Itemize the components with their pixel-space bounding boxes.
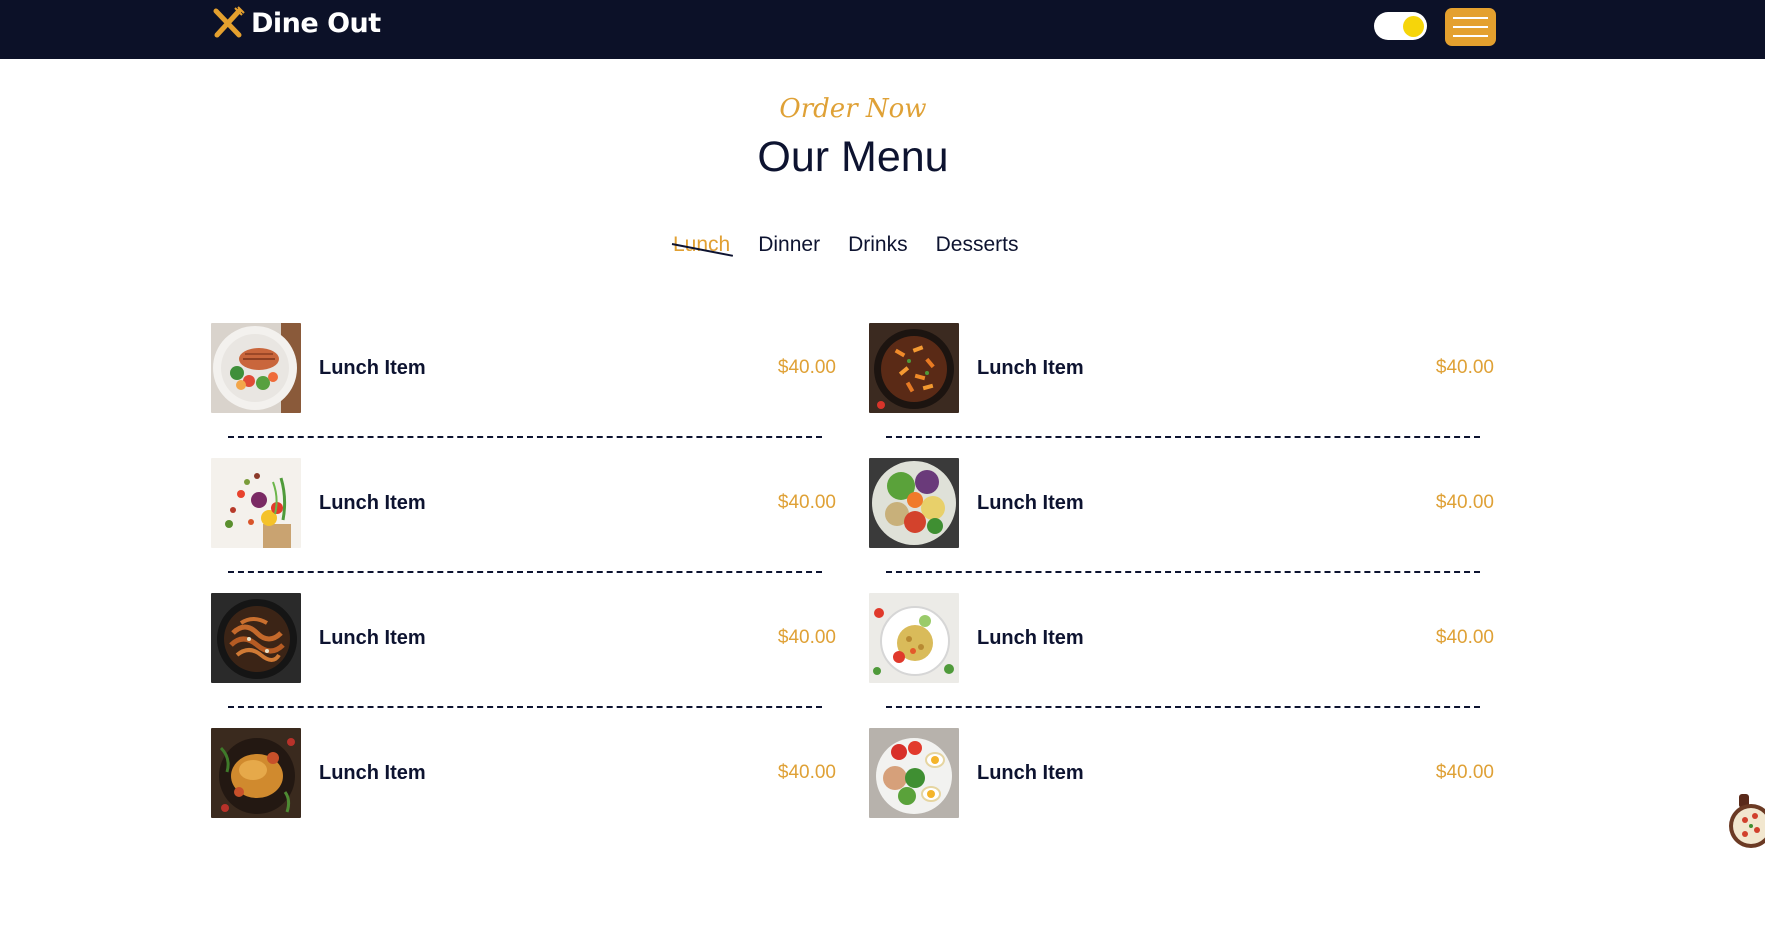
rice-plate-image: [869, 593, 959, 683]
tab-lunch[interactable]: Lunch: [673, 232, 730, 258]
menu-item[interactable]: Lunch Item $40.00: [211, 458, 836, 573]
brand-logo[interactable]: Dine Out: [211, 6, 381, 40]
salad-bowl-image: [869, 458, 959, 548]
hamburger-line: [1453, 26, 1488, 28]
menu-item[interactable]: Lunch Item $40.00: [211, 728, 836, 818]
tab-drinks[interactable]: Drinks: [848, 232, 908, 258]
egg-salad-image: [869, 728, 959, 818]
section-title: Our Menu: [757, 133, 949, 181]
item-price: $40.00: [777, 357, 836, 378]
section-eyebrow: Order Now: [779, 94, 927, 124]
pasta-pan-image: [869, 323, 959, 413]
menu-item[interactable]: Lunch Item $40.00: [211, 323, 836, 438]
item-name: Lunch Item: [977, 762, 1084, 784]
item-name: Lunch Item: [977, 492, 1084, 514]
menu-item[interactable]: Lunch Item $40.00: [869, 728, 1494, 818]
hamburger-line: [1453, 17, 1488, 19]
item-price: $40.00: [1435, 357, 1494, 378]
hamburger-line: [1453, 35, 1488, 37]
brand-name: Dine Out: [251, 7, 381, 39]
noodle-bowl-image: [211, 593, 301, 683]
utensils-icon: [213, 6, 245, 38]
item-name: Lunch Item: [319, 762, 426, 784]
tab-desserts[interactable]: Desserts: [936, 232, 1019, 258]
item-price: $40.00: [777, 762, 836, 783]
menu-column-right: Lunch Item $40.00 Lunch Item $40.00 Lunc…: [869, 323, 1494, 818]
dashed-divider: [886, 571, 1480, 573]
item-price: $40.00: [777, 492, 836, 513]
dashed-divider: [228, 706, 822, 708]
menu-item[interactable]: Lunch Item $40.00: [211, 593, 836, 708]
item-price: $40.00: [777, 627, 836, 648]
menu-tabs: Lunch Dinner Drinks Desserts: [673, 232, 1018, 258]
item-name: Lunch Item: [977, 627, 1084, 649]
menu-item[interactable]: Lunch Item $40.00: [869, 458, 1494, 573]
dashed-divider: [886, 706, 1480, 708]
vegetable-bag-image: [211, 458, 301, 548]
item-price: $40.00: [1435, 627, 1494, 648]
item-name: Lunch Item: [977, 357, 1084, 379]
hamburger-menu-button[interactable]: [1445, 8, 1496, 46]
navbar: Dine Out: [0, 0, 1765, 59]
pizza-float-icon[interactable]: [1725, 794, 1765, 850]
item-price: $40.00: [1435, 762, 1494, 783]
salmon-plate-image: [211, 323, 301, 413]
tab-dinner[interactable]: Dinner: [758, 232, 820, 258]
menu-item[interactable]: Lunch Item $40.00: [869, 323, 1494, 438]
item-name: Lunch Item: [319, 492, 426, 514]
dashed-divider: [228, 436, 822, 438]
menu-item[interactable]: Lunch Item $40.00: [869, 593, 1494, 708]
item-name: Lunch Item: [319, 627, 426, 649]
menu-column-left: Lunch Item $40.00 Lunch Item $40.00 Lunc…: [211, 323, 836, 818]
item-price: $40.00: [1435, 492, 1494, 513]
roast-chicken-image: [211, 728, 301, 818]
dashed-divider: [228, 571, 822, 573]
toggle-knob: [1403, 16, 1424, 37]
dashed-divider: [886, 436, 1480, 438]
item-name: Lunch Item: [319, 357, 426, 379]
theme-toggle[interactable]: [1374, 12, 1427, 40]
